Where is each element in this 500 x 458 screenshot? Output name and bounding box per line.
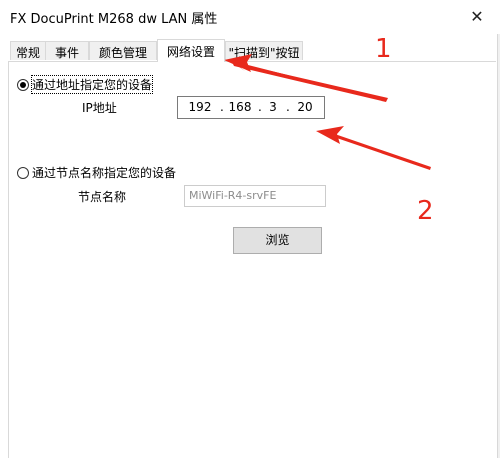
radio-button-unchecked[interactable] — [17, 166, 29, 179]
tab-network-settings[interactable]: 网络设置 — [157, 39, 225, 62]
tab-scan-to-button[interactable]: "扫描到"按钮 — [225, 41, 303, 60]
radio-label-address: 通过地址指定您的设备 — [30, 75, 154, 94]
tab-general[interactable]: 常规 — [10, 41, 46, 60]
annotation-number-2: 2 — [417, 196, 434, 226]
ip-dot: . — [286, 100, 290, 114]
ip-dot: . — [220, 100, 224, 114]
ip-octet-4[interactable]: 20 — [292, 100, 318, 114]
ip-octet-1[interactable]: 192 — [186, 100, 214, 114]
node-name-input[interactable]: MiWiFi-R4-srvFE — [184, 185, 326, 207]
window-title: FX DocuPrint M268 dw LAN 属性 — [10, 12, 218, 27]
ip-octet-2[interactable]: 168 — [226, 100, 254, 114]
ip-dot: . — [258, 100, 262, 114]
ip-address-label: IP地址 — [82, 101, 117, 115]
ip-octet-3[interactable]: 3 — [264, 100, 282, 114]
ip-address-input[interactable]: 192 . 168 . 3 . 20 — [177, 96, 325, 119]
radio-option-node-name[interactable]: 通过节点名称指定您的设备 — [17, 164, 176, 181]
annotation-number-1: 1 — [375, 34, 392, 64]
network-settings-panel — [8, 61, 496, 458]
radio-button-checked[interactable] — [17, 78, 29, 91]
radio-option-address[interactable]: 通过地址指定您的设备 — [17, 75, 154, 94]
properties-window: FX DocuPrint M268 dw LAN 属性 ✕ 常规 事件 颜色管理… — [0, 0, 500, 458]
node-name-label: 节点名称 — [78, 190, 127, 204]
tab-events[interactable]: 事件 — [45, 41, 89, 60]
title-bar: FX DocuPrint M268 dw LAN 属性 ✕ — [0, 0, 500, 34]
close-icon[interactable]: ✕ — [462, 3, 492, 29]
radio-label-node-name: 通过节点名称指定您的设备 — [32, 166, 177, 180]
browse-button[interactable]: 浏览 — [233, 227, 322, 254]
tab-bar: 常规 事件 颜色管理 网络设置 "扫描到"按钮 — [0, 39, 497, 62]
tab-color-management[interactable]: 颜色管理 — [89, 41, 157, 60]
